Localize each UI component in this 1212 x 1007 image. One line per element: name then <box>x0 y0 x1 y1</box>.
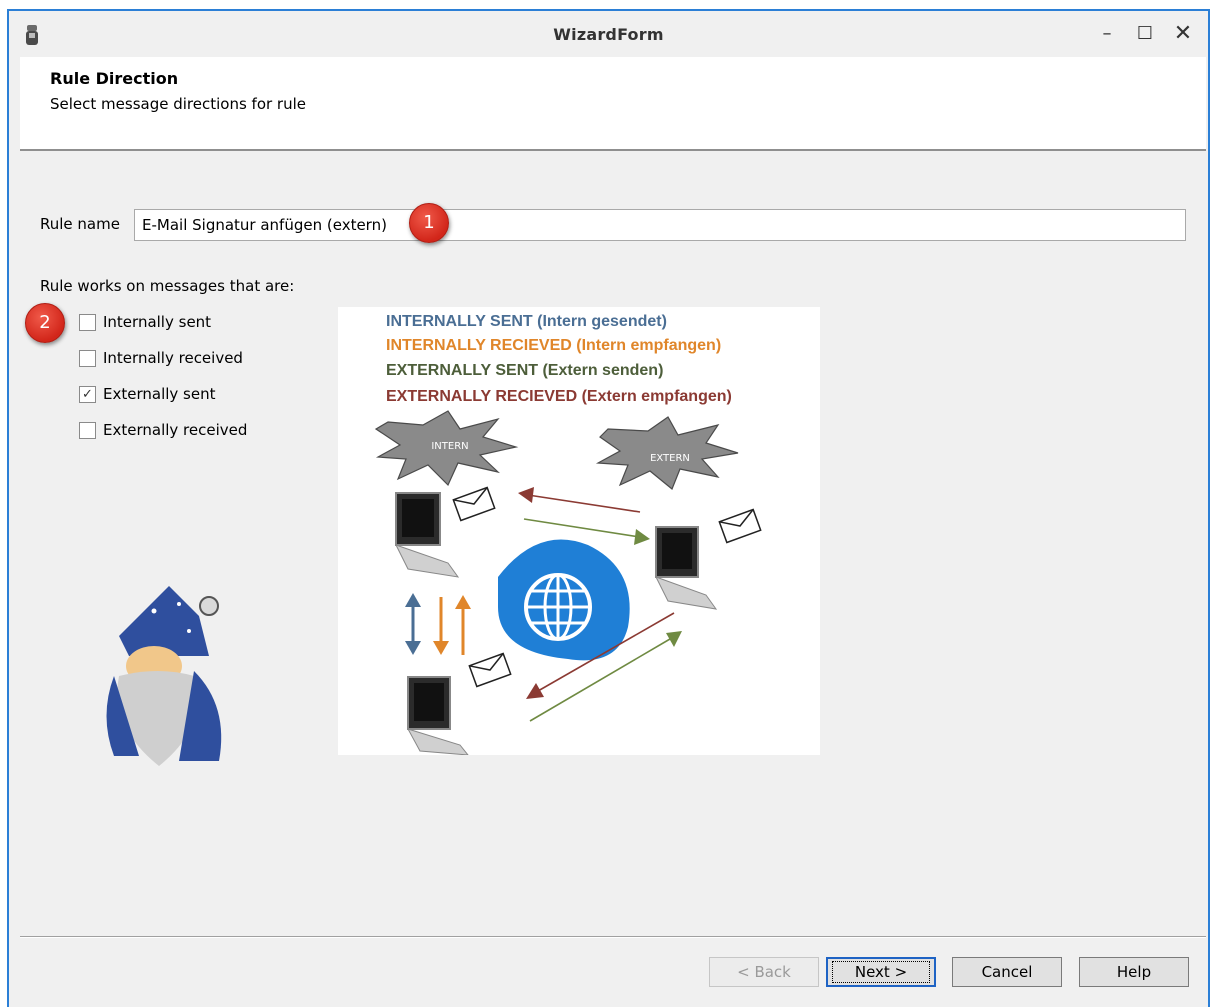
help-button[interactable]: Help <box>1079 957 1189 987</box>
window-title: WizardForm <box>553 25 664 44</box>
step-title: Rule Direction <box>50 69 179 88</box>
rule-name-input[interactable] <box>134 209 1186 241</box>
minimize-button[interactable]: – <box>1090 19 1124 49</box>
checkbox-box[interactable] <box>79 422 96 439</box>
next-button[interactable]: Next > <box>826 957 936 987</box>
wizard-header: Rule Direction Select message directions… <box>20 57 1206 151</box>
checkbox-box-checked[interactable]: ✓ <box>79 386 96 403</box>
close-button[interactable]: ✕ <box>1166 19 1200 49</box>
checkbox-box[interactable] <box>79 350 96 367</box>
computer-bottom-left-icon <box>406 676 469 755</box>
globe-icon <box>498 539 630 661</box>
checkbox-label: Externally sent <box>103 385 216 403</box>
rule-name-label: Rule name <box>40 215 120 233</box>
maximize-button[interactable]: ☐ <box>1128 19 1162 49</box>
arrow-externally-sent-top <box>523 518 641 538</box>
cancel-button[interactable]: Cancel <box>952 957 1062 987</box>
legend-externally-received: EXTERNALLY RECIEVED (Extern empfangen) <box>386 388 732 405</box>
checkbox-label: Externally received <box>103 421 248 439</box>
annotation-badge-1: 1 <box>409 203 449 243</box>
intern-label: INTERN <box>431 441 468 452</box>
arrow-externally-received-top <box>527 494 641 513</box>
legend-externally-sent: EXTERNALLY SENT (Extern senden) <box>386 362 663 379</box>
annotation-badge-2: 2 <box>25 303 65 343</box>
computer-right-icon <box>654 526 718 610</box>
footer-divider <box>20 936 1206 938</box>
wizard-mascot-image <box>106 586 222 766</box>
legend-internally-sent: INTERNALLY SENT (Intern gesendet) <box>386 313 667 330</box>
step-subtitle: Select message directions for rule <box>50 95 307 113</box>
computer-top-left-icon <box>395 492 460 578</box>
directions-label: Rule works on messages that are: <box>40 277 295 295</box>
wizard-window: WizardForm – ☐ ✕ Rule Direction Select m… <box>7 9 1210 1007</box>
direction-diagram: INTERNALLY SENT (Intern gesendet) INTERN… <box>338 307 820 755</box>
back-button[interactable]: < Back <box>709 957 819 987</box>
checkbox-label: Internally received <box>103 349 243 367</box>
checkbox-box[interactable] <box>79 314 96 331</box>
legend-internally-received: INTERNALLY RECIEVED (Intern empfangen) <box>386 337 721 354</box>
extern-label: EXTERN <box>650 453 690 464</box>
title-bar[interactable]: WizardForm – ☐ ✕ <box>9 11 1208 57</box>
checkbox-label: Internally sent <box>103 313 212 331</box>
next-button-label: Next > <box>831 961 931 983</box>
